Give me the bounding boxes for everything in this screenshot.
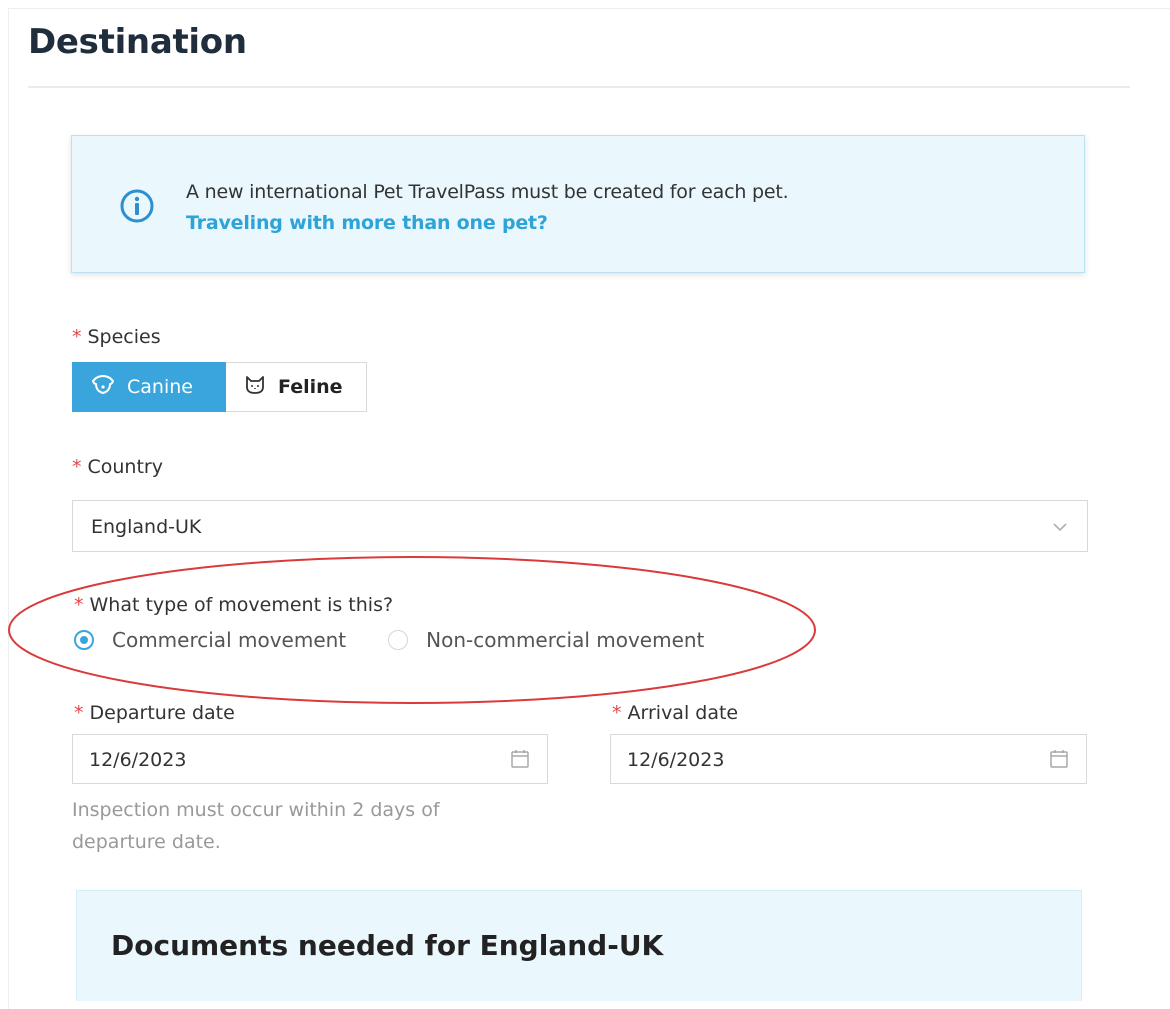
documents-panel: Documents needed for England-UK [76, 890, 1082, 1001]
movement-option-commercial[interactable]: Commercial movement [74, 628, 346, 652]
required-mark: * [72, 456, 82, 478]
arrival-date-input[interactable]: 12/6/2023 [610, 734, 1087, 784]
species-option-label: Feline [278, 376, 343, 398]
movement-label: * What type of movement is this? [74, 594, 393, 616]
departure-date-value: 12/6/2023 [89, 749, 187, 771]
dog-icon [91, 374, 127, 401]
arrival-date-value: 12/6/2023 [627, 749, 725, 771]
movement-option-non-commercial[interactable]: Non-commercial movement [388, 628, 704, 652]
calendar-icon[interactable] [511, 749, 529, 774]
chevron-down-icon [1053, 519, 1067, 537]
departure-date-label: * Departure date [74, 702, 235, 724]
species-label-text: Species [87, 326, 161, 348]
required-mark: * [74, 594, 84, 616]
documents-title: Documents needed for England-UK [111, 929, 664, 962]
radio-button[interactable] [388, 630, 409, 650]
country-label: * Country [72, 456, 163, 478]
required-mark: * [72, 326, 82, 348]
movement-radio-group: Commercial movement Non-commercial movem… [74, 628, 704, 652]
cat-icon [244, 375, 278, 400]
departure-date-label-text: Departure date [89, 702, 235, 724]
calendar-icon[interactable] [1050, 749, 1068, 774]
species-option-label: Canine [127, 376, 193, 398]
info-banner: A new international Pet TravelPass must … [71, 135, 1085, 273]
title-divider [28, 86, 1130, 88]
required-mark: * [612, 702, 622, 724]
info-icon [120, 189, 154, 223]
species-toggle: Canine Feline [72, 362, 367, 412]
radio-label: Commercial movement [112, 628, 347, 652]
radio-button[interactable] [74, 630, 94, 650]
country-select-value: England-UK [91, 516, 202, 538]
species-option-feline[interactable]: Feline [226, 362, 367, 412]
country-select[interactable]: England-UK [72, 500, 1088, 552]
arrival-date-label-text: Arrival date [627, 702, 739, 724]
required-mark: * [74, 702, 84, 724]
info-banner-text: A new international Pet TravelPass must … [186, 181, 789, 203]
radio-label: Non-commercial movement [426, 628, 705, 652]
departure-date-input[interactable]: 12/6/2023 [72, 734, 548, 784]
species-option-canine[interactable]: Canine [72, 362, 226, 412]
species-label: * Species [72, 326, 161, 348]
multiple-pets-link[interactable]: Traveling with more than one pet? [186, 212, 548, 234]
departure-date-help: Inspection must occur within 2 days of d… [72, 799, 440, 853]
page-title: Destination [28, 22, 247, 62]
country-label-text: Country [87, 456, 163, 478]
arrival-date-label: * Arrival date [612, 702, 738, 724]
movement-label-text: What type of movement is this? [89, 594, 394, 616]
